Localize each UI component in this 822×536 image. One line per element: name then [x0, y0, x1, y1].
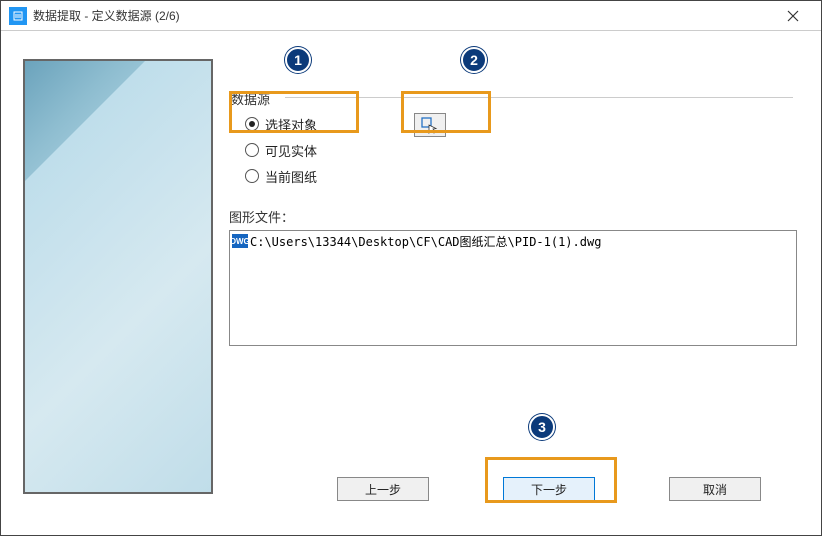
data-source-fieldset: 数据源 选择对象 可见实体 当前图纸: [229, 59, 799, 189]
radio-select-objects[interactable]: 选择对象: [245, 111, 799, 137]
drawing-files-label: 图形文件：: [229, 207, 799, 226]
cancel-button[interactable]: 取消: [669, 477, 761, 501]
dialog-content: 数据源 选择对象 可见实体 当前图纸: [1, 31, 821, 535]
file-path: C:\Users\13344\Desktop\CF\CAD图纸汇总\PID-1(…: [250, 233, 601, 250]
right-area: 数据源 选择对象 可见实体 当前图纸: [229, 59, 799, 346]
app-icon: [9, 7, 27, 25]
titlebar: 数据提取 - 定义数据源 (2/6): [1, 1, 821, 31]
select-cursor-icon: [420, 116, 440, 134]
select-objects-button[interactable]: [414, 113, 446, 137]
preview-panel: [23, 59, 213, 494]
annotation-badge-2: 2: [461, 47, 487, 73]
fieldset-divider: [285, 97, 793, 98]
drawing-files-list[interactable]: DWG C:\Users\13344\Desktop\CF\CAD图纸汇总\PI…: [229, 230, 797, 346]
radio-icon: [245, 117, 259, 131]
radio-label: 选择对象: [265, 115, 317, 134]
radio-current-drawing[interactable]: 当前图纸: [245, 163, 799, 189]
data-source-radio-group: 选择对象 可见实体 当前图纸: [245, 111, 799, 189]
close-icon: [787, 10, 799, 22]
radio-label: 可见实体: [265, 141, 317, 160]
radio-icon: [245, 143, 259, 157]
button-row: 上一步 下一步 取消: [229, 477, 799, 501]
radio-label: 当前图纸: [265, 167, 317, 186]
data-source-legend: 数据源: [231, 89, 270, 108]
radio-icon: [245, 169, 259, 183]
window-title: 数据提取 - 定义数据源 (2/6): [33, 7, 773, 24]
page-curl-decoration: [25, 61, 145, 181]
close-button[interactable]: [773, 1, 813, 31]
radio-visible-entities[interactable]: 可见实体: [245, 137, 799, 163]
annotation-badge-1: 1: [285, 47, 311, 73]
prev-button[interactable]: 上一步: [337, 477, 429, 501]
dialog-window: 数据提取 - 定义数据源 (2/6) 数据源 选择对象 可见实体: [0, 0, 822, 536]
dwg-file-icon: DWG: [232, 234, 248, 248]
annotation-badge-3: 3: [529, 414, 555, 440]
list-item[interactable]: DWG C:\Users\13344\Desktop\CF\CAD图纸汇总\PI…: [231, 232, 795, 250]
next-button[interactable]: 下一步: [503, 477, 595, 501]
